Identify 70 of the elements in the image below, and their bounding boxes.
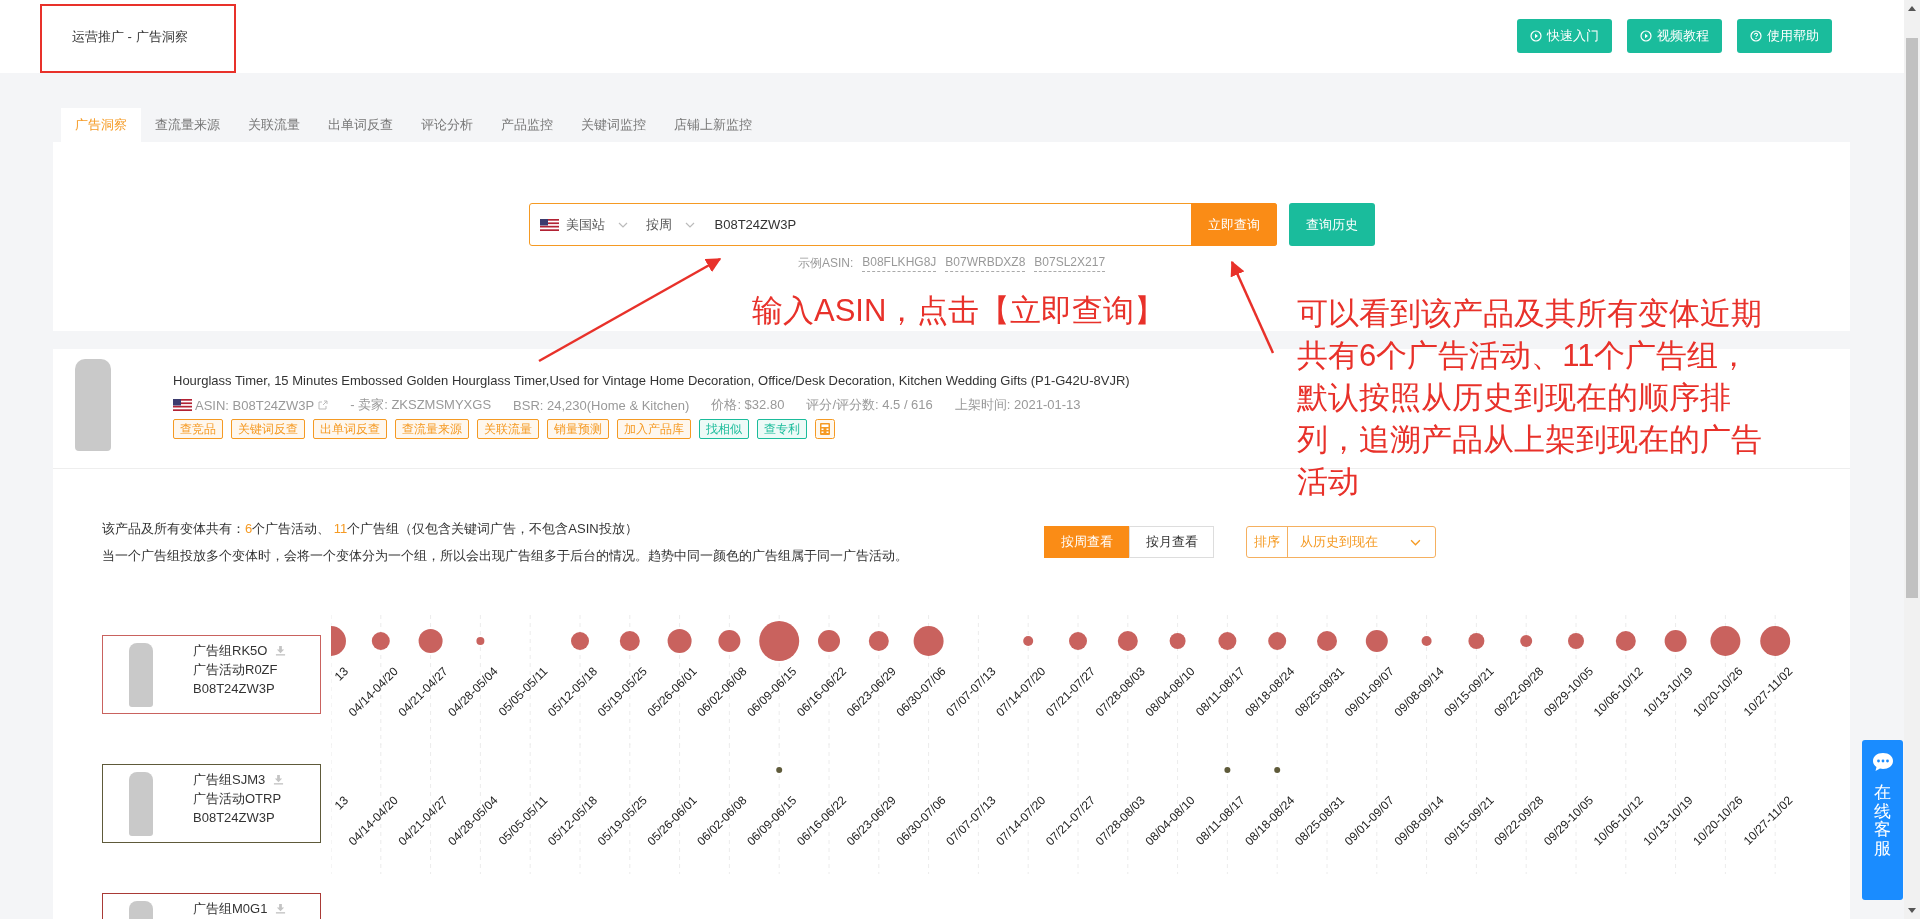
week-label: 13: [331, 793, 352, 813]
tool-tag[interactable]: 出单词反查: [313, 419, 387, 439]
tool-tag[interactable]: 销量预测: [547, 419, 609, 439]
external-link-icon[interactable]: [318, 400, 329, 410]
tab[interactable]: 关联流量: [234, 108, 314, 142]
listed-date-text: 上架时间: 2021-01-13: [954, 396, 1081, 414]
tab[interactable]: 出单词反查: [314, 108, 407, 142]
tool-tag[interactable]: 查竞品: [173, 419, 223, 439]
sort-select[interactable]: 排序 从历史到现在: [1246, 526, 1436, 558]
seller-text: - 卖家: ZKSZMSMYXGS: [350, 396, 492, 414]
header-button[interactable]: 快速入门: [1517, 18, 1612, 53]
calculator-icon[interactable]: [815, 419, 835, 439]
tool-tag[interactable]: 查流量来源: [395, 419, 469, 439]
play-circle-icon: [1640, 29, 1652, 42]
annotation-text: 可以看到该产品及其所有变体近期共有6个广告活动、11个广告组，默认按照从历史到现在的顺序排列，追溯产品从上架到现在的广告活动: [1297, 295, 1763, 501]
chevron-down-icon: [1410, 538, 1421, 546]
summary-text: 该产品及所有变体共有：6个广告活动、 11个广告组（仅包含关键词广告，不包含ASIN投放）: [102, 520, 639, 538]
tool-tag[interactable]: 关键词反查: [231, 419, 305, 439]
header-button[interactable]: 使用帮助: [1737, 18, 1832, 53]
rating-text: 评分/评分数: 4.5 / 616: [806, 396, 933, 414]
flag-icon: [173, 399, 192, 411]
example-asin-link[interactable]: B07WRBDXZ8: [945, 255, 1026, 272]
annotation-text: 输入ASIN，点击【立即查询】: [752, 292, 1166, 330]
tool-tag[interactable]: 找相似: [699, 419, 749, 439]
product-photo-placeholder: [129, 643, 153, 707]
help-icon: [1750, 29, 1762, 42]
chat-bubble-icon: [1871, 752, 1894, 772]
tool-tag[interactable]: 查专利: [757, 419, 807, 439]
download-icon[interactable]: [273, 774, 285, 785]
product-photo-placeholder: [129, 772, 153, 836]
price-text: 价格: $32.80: [711, 396, 785, 414]
campaign-name: 广告活动OTRP: [193, 790, 283, 808]
play-circle-icon: [1530, 29, 1542, 42]
asin-text: B08T24ZW3P: [193, 809, 276, 827]
example-asin-link[interactable]: B08FLKHG8J: [862, 255, 937, 272]
tab[interactable]: 产品监控: [487, 108, 567, 142]
chevron-down-icon: [684, 221, 695, 228]
breadcrumb: 运营推广 - 广告洞察: [72, 27, 188, 46]
summary-note: 当一个广告组投放多个变体时，会将一个变体分为一个组，所以会出现广告组多于后台的情况。趋势中同一颜色的广告组属于同一广告活动。: [102, 547, 909, 565]
chevron-down-icon: [617, 221, 628, 228]
ad-group-name: 广告组SJM3: [193, 771, 266, 789]
search-field[interactable]: 美国站 按周 B08T24ZW3P 立即查询: [528, 203, 1277, 246]
tab[interactable]: 评论分析: [407, 108, 487, 142]
tool-tag[interactable]: 加入产品库: [617, 419, 691, 439]
flag-icon: [539, 218, 559, 231]
tool-tag[interactable]: 关联流量: [477, 419, 539, 439]
product-title: Hourglass Timer, 15 Minutes Embossed Golden Hourglass Timer,Used for Vintage Home Decoration, Office/Desk Decoration, Kitchen Wedding Gifts (P1-G42U-8VJR): [173, 373, 1130, 388]
ad-group-name: 广告组RK5O: [193, 642, 268, 660]
example-label: 示例ASIN:: [797, 255, 854, 272]
bsr-text: BSR: 24,230(Home & Kitchen): [513, 397, 690, 413]
asin-text: B08T24ZW3P: [193, 680, 276, 698]
view-toggle-button[interactable]: 按月查看: [1129, 526, 1214, 558]
search-button[interactable]: 立即查询: [1190, 203, 1277, 246]
week-label: 13: [331, 664, 352, 684]
asin-text: ASIN: B08T24ZW3P: [195, 397, 315, 413]
tab[interactable]: 店铺上新监控: [660, 108, 766, 142]
download-icon[interactable]: [275, 903, 287, 914]
example-asin-link[interactable]: B07SL2X217: [1034, 255, 1106, 272]
tab[interactable]: 广告洞察: [61, 108, 141, 142]
download-icon[interactable]: [275, 645, 287, 656]
online-service-button[interactable]: 在线客服: [1862, 740, 1903, 900]
campaign-name: 广告活动R0ZF: [193, 661, 279, 679]
site-select[interactable]: 美国站: [529, 204, 636, 245]
tab[interactable]: 查流量来源: [141, 108, 234, 142]
tab[interactable]: 关键词监控: [567, 108, 660, 142]
period-select[interactable]: 按周: [635, 204, 703, 245]
ad-group-name: 广告组M0G1: [193, 900, 268, 918]
view-toggle-button[interactable]: 按周查看: [1044, 526, 1129, 558]
history-button[interactable]: 查询历史: [1288, 203, 1375, 246]
header-button[interactable]: 视频教程: [1627, 18, 1722, 53]
